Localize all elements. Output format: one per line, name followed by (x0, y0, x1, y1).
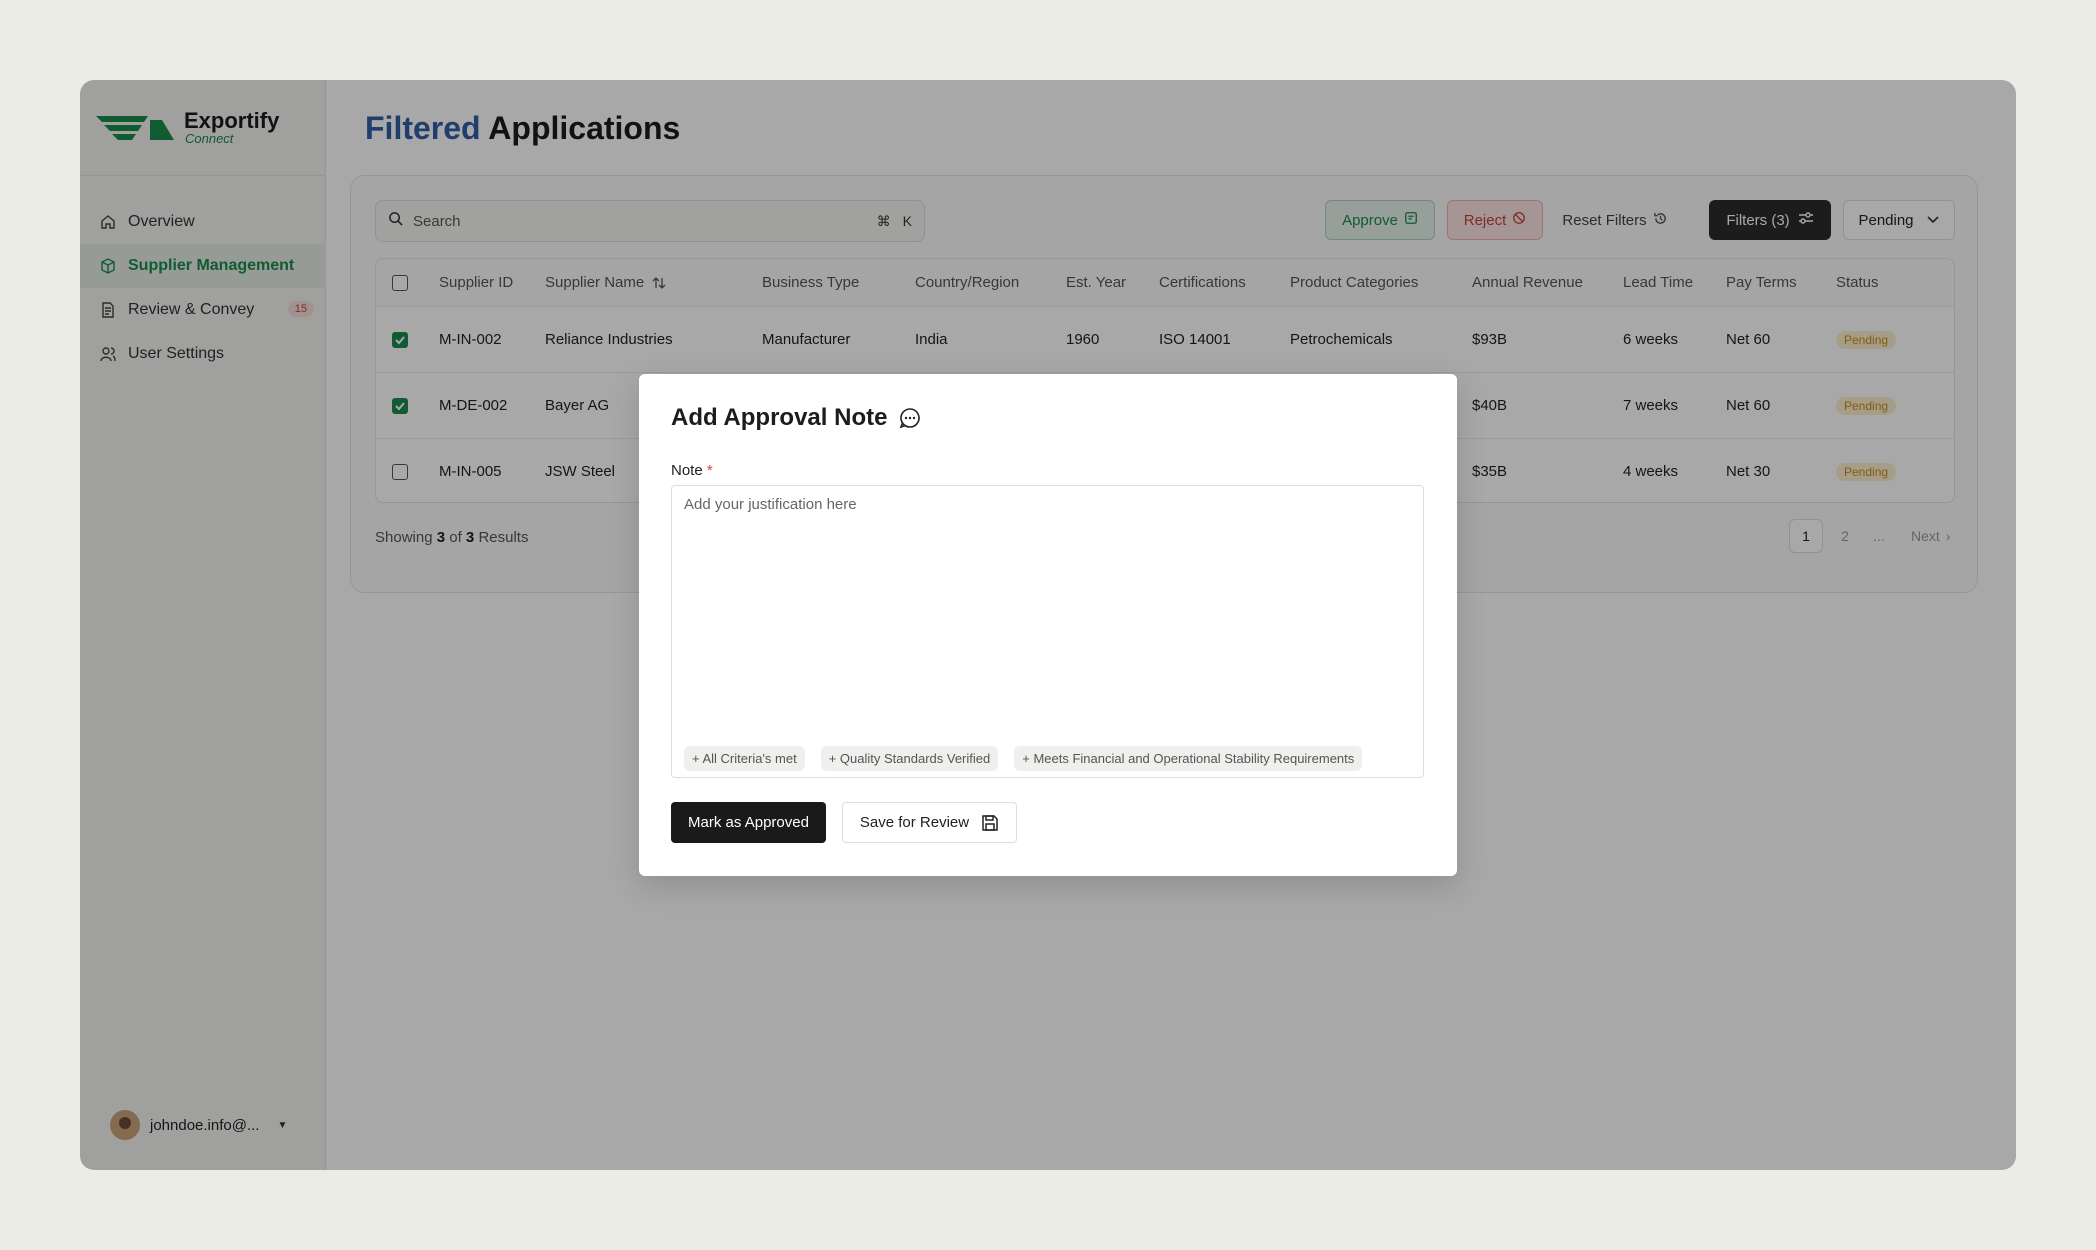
chip-quality-standards[interactable]: + Quality Standards Verified (820, 746, 999, 771)
note-field: + All Criteria's met + Quality Standards… (671, 485, 1424, 778)
chat-bubble-icon (899, 407, 921, 429)
mark-as-approved-button[interactable]: Mark as Approved (671, 802, 826, 843)
approval-note-dialog: Add Approval Note Note * + All Criteria'… (639, 374, 1457, 876)
dialog-title-text: Add Approval Note (671, 404, 888, 431)
note-textarea[interactable] (672, 486, 1423, 736)
chip-all-criteria[interactable]: + All Criteria's met (684, 746, 805, 771)
save-for-review-button[interactable]: Save for Review (842, 802, 1017, 843)
dialog-title: Add Approval Note (671, 404, 921, 432)
save-for-review-label: Save for Review (859, 814, 970, 831)
save-icon (981, 814, 999, 832)
note-label: Note * (671, 462, 713, 479)
note-label-text: Note (671, 462, 703, 479)
quick-note-chips: + All Criteria's met + Quality Standards… (684, 746, 1363, 771)
required-indicator: * (706, 462, 713, 479)
chip-financial-stability[interactable]: + Meets Financial and Operational Stabil… (1014, 746, 1363, 771)
